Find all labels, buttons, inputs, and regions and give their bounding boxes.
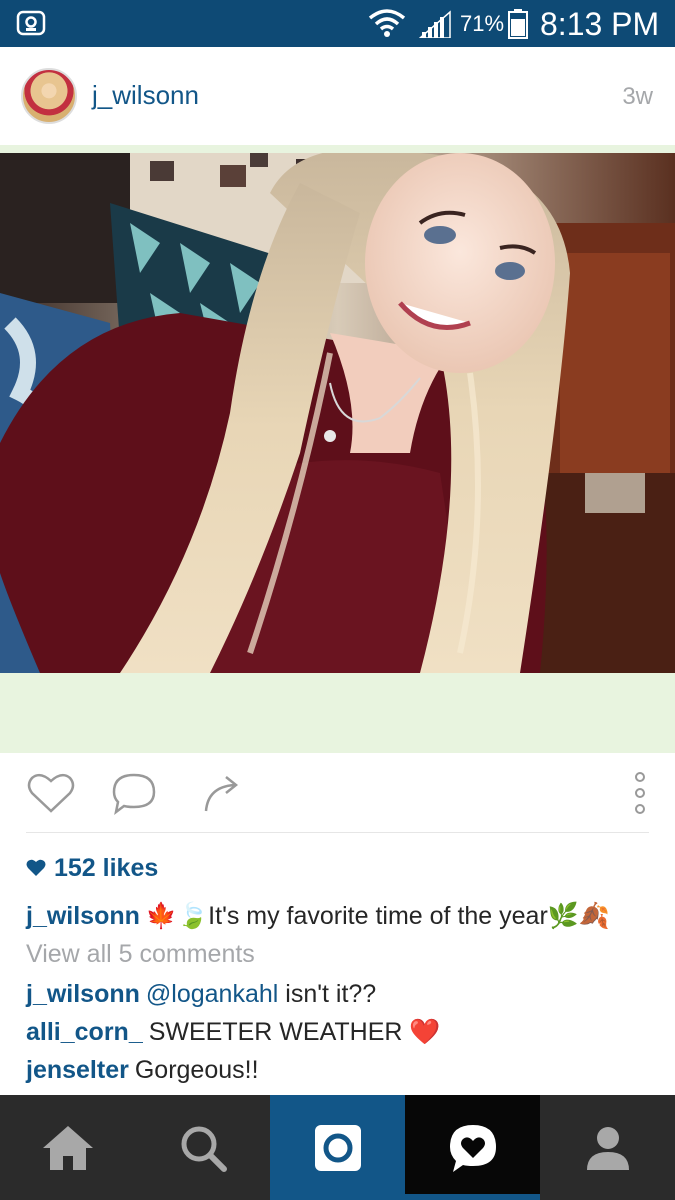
comment-text: SWEETER WEATHER — [148, 1018, 403, 1046]
signal-strength-icon — [418, 10, 451, 38]
home-icon — [42, 1125, 93, 1170]
bottom-nav — [0, 1095, 675, 1200]
comment-user[interactable]: alli_corn_ — [26, 1018, 143, 1046]
caption-user[interactable]: j_wilsonn — [26, 902, 140, 930]
comment-text: isn't it?? — [278, 980, 377, 1008]
search-icon — [181, 1126, 227, 1172]
profile-icon — [586, 1126, 629, 1170]
comment-bubble-icon[interactable] — [110, 771, 158, 815]
activity-heart-icon — [449, 1124, 496, 1172]
avatar[interactable] — [21, 68, 77, 124]
nav-camera[interactable] — [270, 1095, 405, 1200]
share-arrow-icon[interactable] — [202, 771, 242, 815]
comment-row: alli_corn_ SWEETER WEATHER ❤️ — [26, 1018, 441, 1047]
post-header: j_wilsonn 3w — [0, 47, 675, 145]
nav-home[interactable] — [0, 1095, 135, 1200]
post-timestamp: 3w — [622, 83, 653, 110]
comment-text: Gorgeous!! — [134, 1056, 259, 1084]
comment-emoji: ❤️ — [409, 1018, 441, 1046]
view-all-comments[interactable]: View all 5 comments — [26, 940, 255, 969]
wifi-icon — [368, 9, 406, 37]
post-photo[interactable] — [0, 153, 675, 673]
clock: 8:13 PM — [540, 6, 660, 42]
status-bar: 71% 8:13 PM — [0, 0, 675, 47]
nav-search[interactable] — [135, 1095, 270, 1200]
heart-outline-icon[interactable] — [26, 771, 76, 815]
comment-user[interactable]: j_wilsonn — [26, 980, 140, 1008]
notification-app-icon — [16, 10, 46, 36]
divider — [26, 832, 649, 833]
likes-label: 152 likes — [54, 853, 159, 882]
caption: j_wilsonn 🍁🍃It's my favorite time of the … — [26, 902, 610, 931]
nav-profile[interactable] — [540, 1095, 675, 1200]
more-vertical-icon[interactable] — [630, 769, 650, 819]
caption-emoji-before: 🍁🍃 — [145, 902, 209, 930]
likes-count[interactable]: 152 likes — [26, 852, 158, 884]
post-username[interactable]: j_wilsonn — [92, 80, 199, 111]
action-bar — [0, 753, 675, 833]
photo-container — [0, 145, 675, 753]
nav-activity[interactable] — [405, 1095, 540, 1200]
caption-text: It's my favorite time of the year — [208, 902, 548, 930]
battery-icon — [508, 9, 528, 39]
camera-icon — [314, 1124, 361, 1171]
comment-row: jenselter Gorgeous!! — [26, 1056, 259, 1085]
comment-mention[interactable]: @logankahl — [146, 980, 278, 1008]
battery-percent: 71% — [460, 11, 505, 36]
heart-filled-icon — [26, 859, 46, 876]
caption-emoji-after: 🌿🍂 — [547, 902, 611, 930]
comment-row: j_wilsonn @logankahl isn't it?? — [26, 980, 376, 1009]
comment-user[interactable]: jenselter — [26, 1056, 129, 1084]
